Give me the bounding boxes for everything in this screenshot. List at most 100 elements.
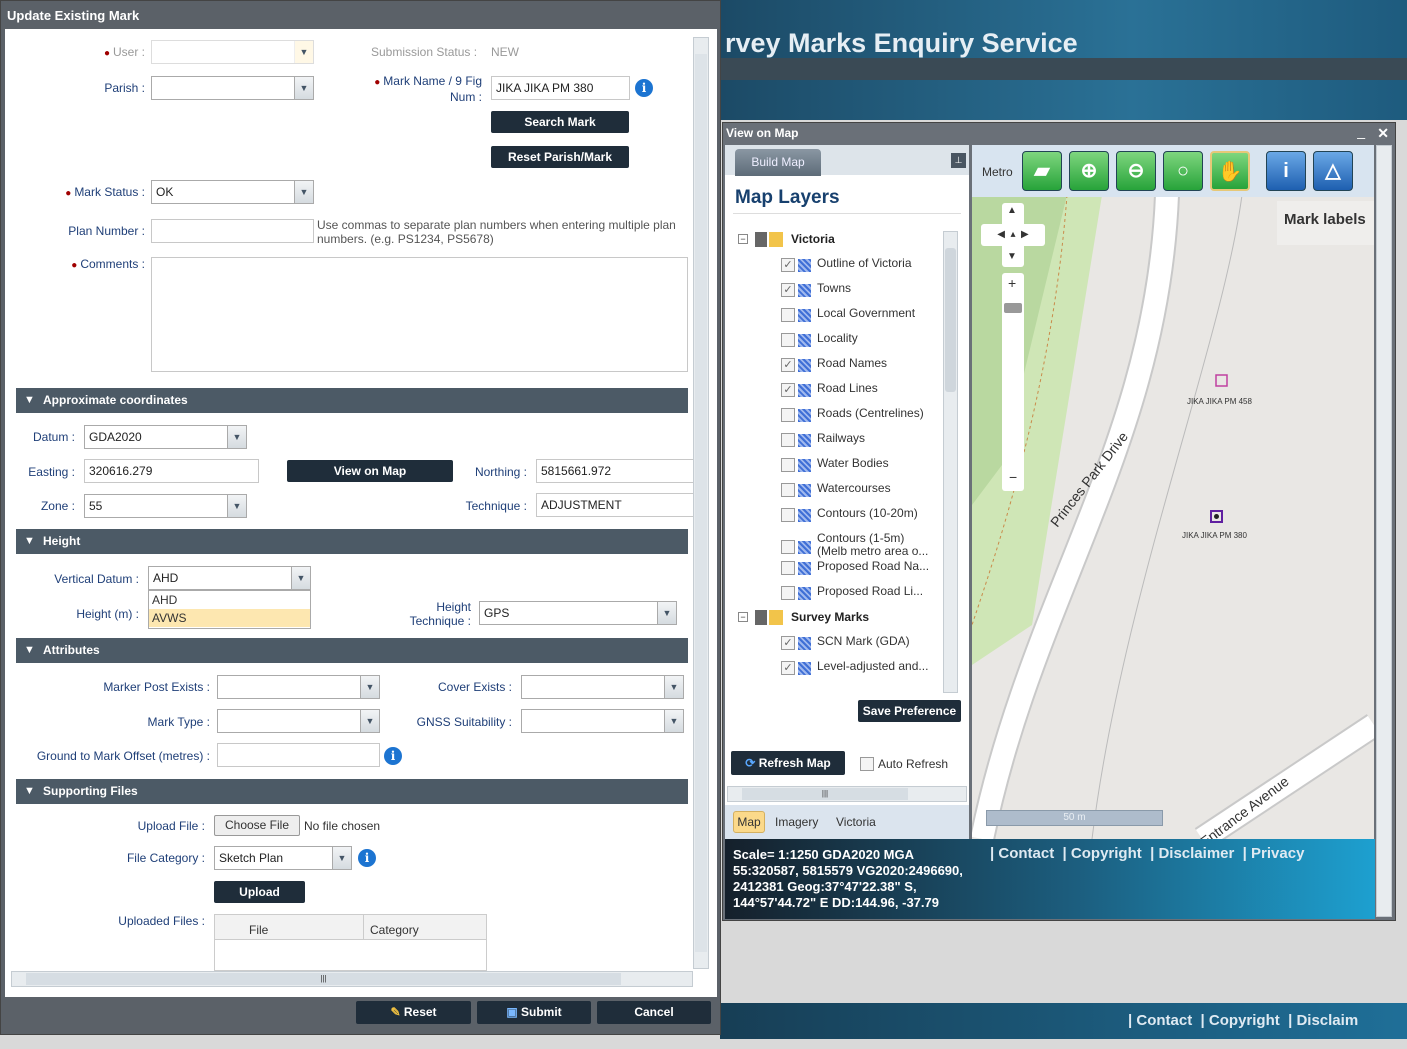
metro-label[interactable]: Metro xyxy=(982,165,1013,179)
dialog-horizontal-scrollbar[interactable]: ||| xyxy=(11,971,693,987)
comments-textarea[interactable] xyxy=(151,257,688,372)
layer-checkbox[interactable] xyxy=(781,508,795,522)
layer-label: Proposed Road Li... xyxy=(817,584,924,598)
privacy-link[interactable]: Privacy xyxy=(1251,845,1304,862)
pin-icon[interactable]: ⊥ xyxy=(951,153,966,168)
section-height[interactable]: ▼ Height xyxy=(16,529,688,554)
search-mark-button[interactable]: Search Mark xyxy=(491,111,629,133)
layer-scrollbar[interactable] xyxy=(943,231,958,693)
collapse-icon[interactable]: − xyxy=(738,612,748,622)
user-select[interactable]: ▼ xyxy=(151,40,314,64)
basemap-victoria-tab[interactable]: Victoria xyxy=(836,815,876,829)
zoom-minus-icon[interactable]: − xyxy=(1009,469,1017,485)
zone-select[interactable]: 55 ▼ xyxy=(84,494,247,518)
layer-checkbox[interactable] xyxy=(781,586,795,600)
layer-checkbox[interactable]: ✓ xyxy=(781,383,795,397)
layer-checkbox[interactable] xyxy=(781,540,795,554)
tab-build-map[interactable]: Build Map xyxy=(735,149,821,176)
pan-up-icon[interactable]: ▲ xyxy=(1007,205,1017,216)
section-attributes[interactable]: ▼ Attributes xyxy=(16,638,688,663)
layer-checkbox[interactable] xyxy=(781,433,795,447)
auto-refresh-checkbox[interactable] xyxy=(860,757,874,771)
refresh-map-button[interactable]: ⟳ Refresh Map xyxy=(731,751,845,775)
close-icon[interactable]: ✕ xyxy=(1377,125,1389,142)
collapse-icon[interactable]: − xyxy=(738,234,748,244)
layer-checkbox[interactable]: ✓ xyxy=(781,283,795,297)
pan-down-icon[interactable]: ▼ xyxy=(1007,251,1017,262)
datum-select[interactable]: GDA2020 ▼ xyxy=(84,425,247,449)
mark-labels-panel[interactable]: Mark labels xyxy=(1277,201,1374,245)
info-icon[interactable]: i xyxy=(384,747,402,765)
map-window-scrollbar[interactable] xyxy=(1376,145,1392,917)
layer-checkbox[interactable] xyxy=(781,458,795,472)
save-preference-button[interactable]: Save Preference xyxy=(858,700,961,722)
vertical-datum-select[interactable]: AHD ▼ xyxy=(148,566,311,590)
zoom-slider-handle[interactable] xyxy=(1004,303,1022,313)
reset-button[interactable]: ✎ Reset xyxy=(356,1001,471,1024)
zoom-in-icon[interactable]: ⊕ xyxy=(1069,151,1109,191)
northing-input[interactable]: 5815661.972 xyxy=(536,459,696,483)
column-header-category[interactable]: Category xyxy=(370,923,419,937)
reset-parish-mark-button[interactable]: Reset Parish/Mark xyxy=(491,146,629,168)
footer-contact-link[interactable]: Contact xyxy=(1136,1012,1192,1029)
minimize-button[interactable]: _ xyxy=(1357,123,1365,139)
contact-link[interactable]: Contact xyxy=(998,845,1054,862)
zoom-plus-icon[interactable]: + xyxy=(1008,275,1016,291)
layer-checkbox[interactable] xyxy=(781,333,795,347)
layer-checkbox[interactable]: ✓ xyxy=(781,258,795,272)
basemap-map-tab[interactable]: Map xyxy=(733,811,765,833)
section-supporting-files[interactable]: ▼ Supporting Files xyxy=(16,779,688,804)
footer-disclaimer-link[interactable]: Disclaim xyxy=(1296,1012,1358,1029)
layer-checkbox[interactable] xyxy=(781,483,795,497)
zoom-slider[interactable]: + − xyxy=(1002,273,1024,491)
submit-button[interactable]: ▣ Submit xyxy=(477,1001,591,1024)
layer-checkbox[interactable]: ✓ xyxy=(781,661,795,675)
cover-exists-select[interactable]: ▼ xyxy=(521,675,684,699)
file-category-select[interactable]: Sketch Plan ▼ xyxy=(214,846,352,870)
basemap-imagery-tab[interactable]: Imagery xyxy=(775,815,818,829)
footer-copyright-link[interactable]: Copyright xyxy=(1209,1012,1280,1029)
gnss-suitability-select[interactable]: ▼ xyxy=(521,709,684,733)
marker-post-select[interactable]: ▼ xyxy=(217,675,380,699)
technique-label: Technique : xyxy=(465,499,527,513)
layer-group-label: Survey Marks xyxy=(791,610,870,624)
easting-input[interactable]: 320616.279 xyxy=(84,459,259,483)
parish-select[interactable]: ▼ xyxy=(151,76,314,100)
pan-hand-icon[interactable]: ✋ xyxy=(1210,151,1250,191)
zoom-out-icon[interactable]: ⊖ xyxy=(1116,151,1156,191)
cancel-button[interactable]: Cancel xyxy=(597,1001,711,1024)
victoria-extent-icon[interactable]: ▰ xyxy=(1022,151,1062,191)
map-canvas[interactable]: Metro ▰ ⊕ ⊖ ○ ✋ i △ Mark labels ◀ ▴ ▶ ▲ … xyxy=(972,145,1374,839)
info-icon[interactable]: i xyxy=(635,79,653,97)
option-ahd[interactable]: AHD xyxy=(149,591,310,609)
offset-input[interactable] xyxy=(217,743,380,767)
pan-arrows[interactable]: ◀ ▴ ▶ xyxy=(981,224,1045,246)
layer-icon xyxy=(798,587,811,600)
section-approximate-coordinates[interactable]: ▼ Approximate coordinates xyxy=(16,388,688,413)
layer-checkbox[interactable] xyxy=(781,561,795,575)
upload-button[interactable]: Upload xyxy=(214,881,305,903)
mark-status-select[interactable]: OK ▼ xyxy=(151,180,314,204)
layer-checkbox[interactable]: ✓ xyxy=(781,358,795,372)
mark-info-icon[interactable]: △ xyxy=(1313,151,1353,191)
disclaimer-link[interactable]: Disclaimer xyxy=(1158,845,1234,862)
height-technique-select[interactable]: GPS ▼ xyxy=(479,601,677,625)
identify-info-icon[interactable]: i xyxy=(1266,151,1306,191)
zoom-extent-icon[interactable]: ○ xyxy=(1163,151,1203,191)
horizontal-scrollbar[interactable]: ||| xyxy=(727,786,967,802)
vertical-scrollbar[interactable] xyxy=(693,37,709,969)
layer-checkbox[interactable]: ✓ xyxy=(781,636,795,650)
info-icon[interactable]: i xyxy=(358,849,376,867)
choose-file-button[interactable]: Choose File xyxy=(214,815,300,836)
view-on-map-button[interactable]: View on Map xyxy=(287,460,453,482)
mark-name-input[interactable]: JIKA JIKA PM 380 xyxy=(491,76,630,100)
option-avws[interactable]: AVWS xyxy=(149,609,310,627)
column-header-file[interactable]: File xyxy=(249,923,268,937)
mark-type-select[interactable]: ▼ xyxy=(217,709,380,733)
plan-number-input[interactable] xyxy=(151,219,314,243)
mark-status-label: ● Mark Status : xyxy=(65,185,145,199)
layer-checkbox[interactable] xyxy=(781,308,795,322)
layer-checkbox[interactable] xyxy=(781,408,795,422)
layer-icon xyxy=(798,484,811,497)
copyright-link[interactable]: Copyright xyxy=(1071,845,1142,862)
